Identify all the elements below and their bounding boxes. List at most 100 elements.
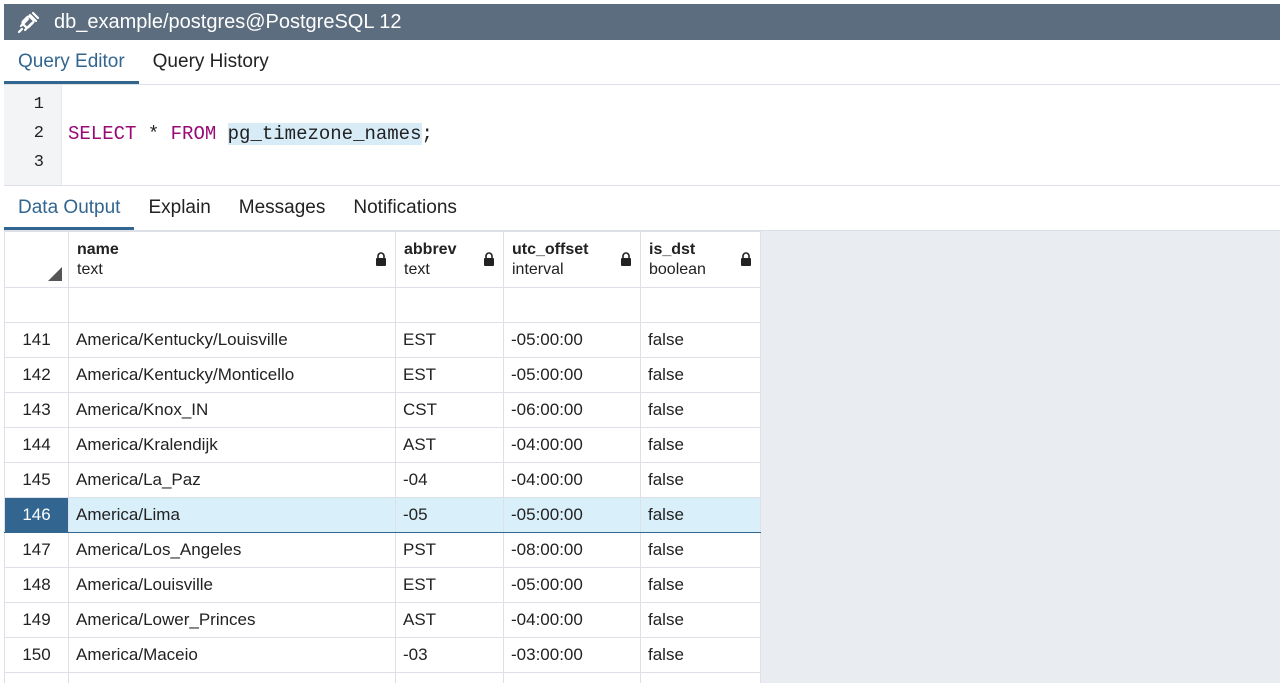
cell-abbrev[interactable]: -05 (395, 497, 504, 533)
cell-is-dst[interactable]: false (640, 462, 761, 498)
row-number[interactable]: 144 (4, 427, 69, 463)
cell-abbrev[interactable]: -03 (395, 637, 504, 673)
cell-utc-offset[interactable]: -05:00:00 (503, 567, 641, 603)
row-number[interactable]: 147 (4, 532, 69, 568)
cell-utc-offset[interactable]: -04:00:00 (503, 602, 641, 638)
sql-editor[interactable]: 1 2 3 SELECT * FROM pg_timezone_names; (4, 85, 1280, 186)
cell-name[interactable]: America/Maceio (68, 637, 396, 673)
cell-name[interactable]: America/Lower_Princes (68, 602, 396, 638)
cell-is-dst[interactable]: false (640, 357, 761, 393)
sql-space (216, 123, 227, 145)
lock-icon (621, 252, 631, 266)
cell-name[interactable]: America/Louisville (68, 567, 396, 603)
select-all-corner[interactable] (4, 231, 69, 288)
column-type: text (404, 260, 430, 278)
column-header-abbrev[interactable]: abbrev text (395, 231, 504, 288)
cell-abbrev[interactable]: CST (395, 672, 504, 683)
cell-utc-offset[interactable]: -06:00:00 (503, 392, 641, 428)
row-number[interactable]: 149 (4, 602, 69, 638)
cell-name[interactable]: America/Knox_IN (68, 392, 396, 428)
cell-abbrev[interactable]: AST (395, 427, 504, 463)
line-number-gutter: 1 2 3 (4, 85, 62, 185)
cell-abbrev[interactable]: PST (395, 532, 504, 568)
cell-abbrev[interactable]: EST (395, 567, 504, 603)
cell-name[interactable]: America/Kralendijk (68, 427, 396, 463)
cell-is-dst[interactable]: false (640, 602, 761, 638)
column-name: abbrev (404, 240, 457, 258)
cell-is-dst[interactable]: false (640, 672, 761, 683)
row-number[interactable]: 141 (4, 322, 69, 358)
cell-is-dst[interactable]: false (640, 427, 761, 463)
column-header-utc-offset[interactable]: utc_offset interval (503, 231, 641, 288)
sql-keyword-from: FROM (170, 123, 217, 145)
table-row[interactable]: 141 America/Kentucky/Louisville EST -05:00:… (4, 322, 761, 358)
tab-explain[interactable]: Explain (134, 186, 224, 230)
sql-keyword-select: SELECT (68, 123, 137, 145)
table-row[interactable]: 151America/ManaguaCST-06:00:00false (4, 672, 761, 683)
row-number[interactable]: 151 (4, 672, 69, 683)
cell-utc-offset[interactable]: -05:00:00 (503, 497, 641, 533)
results-grid[interactable]: name text abbrev text utc_offset interva… (4, 231, 1280, 683)
table-row[interactable]: 145 America/La_Paz -04 -04:00:00 false (4, 462, 761, 498)
cell-is-dst[interactable]: false (640, 637, 761, 673)
sql-table-name: pg_timezone_names (227, 123, 422, 145)
lock-icon (484, 252, 494, 266)
cell-utc-offset[interactable]: -06:00:00 (503, 672, 641, 683)
tab-query-history[interactable]: Query History (139, 40, 283, 84)
table-row[interactable]: 142 America/Kentucky/Monticello EST -05:00:… (4, 357, 761, 393)
title-bar: db_example/postgres@PostgreSQL 12 (4, 4, 1280, 40)
line-number: 2 (33, 124, 44, 143)
cell-is-dst[interactable]: false (640, 567, 761, 603)
line-number: 1 (33, 95, 44, 114)
cell-name[interactable]: America/Kentucky/Louisville (68, 322, 396, 358)
table-row[interactable]: 146 America/Lima -05 -05:00:00 false (4, 497, 761, 533)
cell-utc-offset[interactable]: -08:00:00 (503, 532, 641, 568)
cell-is-dst[interactable]: false (640, 392, 761, 428)
column-header-name[interactable]: name text (68, 231, 396, 288)
cell-abbrev[interactable]: AST (395, 602, 504, 638)
tab-notifications[interactable]: Notifications (339, 186, 471, 230)
table-row[interactable]: 150 America/Maceio -03 -03:00:00 false (4, 637, 761, 673)
column-type: interval (512, 260, 564, 278)
results-table: name text abbrev text utc_offset interva… (4, 231, 761, 683)
column-name: name (77, 240, 119, 258)
cell-utc-offset[interactable]: -04:00:00 (503, 427, 641, 463)
table-row[interactable]: 148 America/Louisville EST -05:00:00 false (4, 567, 761, 603)
code-line[interactable]: SELECT * FROM pg_timezone_names; (68, 123, 433, 145)
cell-is-dst[interactable]: false (640, 532, 761, 568)
tab-query-editor[interactable]: Query Editor (4, 40, 139, 84)
cell-is-dst[interactable]: false (640, 497, 761, 533)
column-header-is-dst[interactable]: is_dst boolean (640, 231, 761, 288)
cell-abbrev[interactable]: CST (395, 392, 504, 428)
column-name: utc_offset (512, 240, 589, 258)
row-number[interactable]: 145 (4, 462, 69, 498)
cell-name[interactable]: America/Lima (68, 497, 396, 533)
row-number[interactable]: 143 (4, 392, 69, 428)
tab-data-output[interactable]: Data Output (4, 186, 135, 230)
cell-utc-offset[interactable]: -05:00:00 (503, 357, 641, 393)
cell-is-dst[interactable]: false (640, 322, 761, 358)
cell-name[interactable]: America/La_Paz (68, 462, 396, 498)
column-type: boolean (649, 260, 706, 278)
cell-name[interactable]: America/Kentucky/Monticello (68, 357, 396, 393)
cell-abbrev[interactable]: -04 (395, 462, 504, 498)
table-row[interactable]: 147 America/Los_Angeles PST -08:00:00 false (4, 532, 761, 568)
cell-utc-offset[interactable]: -03:00:00 (503, 637, 641, 673)
cell-utc-offset[interactable]: -04:00:00 (503, 462, 641, 498)
line-number: 3 (33, 153, 44, 172)
cell-abbrev[interactable]: EST (395, 322, 504, 358)
row-number[interactable]: 142 (4, 357, 69, 393)
table-row[interactable]: 144 America/Kralendijk AST -04:00:00 false (4, 427, 761, 463)
row-number[interactable]: 148 (4, 567, 69, 603)
cell-utc-offset[interactable]: -05:00:00 (503, 322, 641, 358)
table-row[interactable]: 149 America/Lower_Princes AST -04:00:00 fals… (4, 602, 761, 638)
cell-name[interactable]: America/Los_Angeles (68, 532, 396, 568)
row-number[interactable]: 146 (4, 497, 69, 533)
output-tab-bar: Data Output Explain Messages Notificatio… (4, 186, 1280, 231)
cell-name[interactable]: America/Managua (68, 672, 396, 683)
table-row[interactable]: 143 America/Knox_IN CST -06:00:00 false (4, 392, 761, 428)
lock-icon (376, 252, 386, 266)
tab-messages[interactable]: Messages (225, 186, 340, 230)
row-number[interactable]: 150 (4, 637, 69, 673)
cell-abbrev[interactable]: EST (395, 357, 504, 393)
